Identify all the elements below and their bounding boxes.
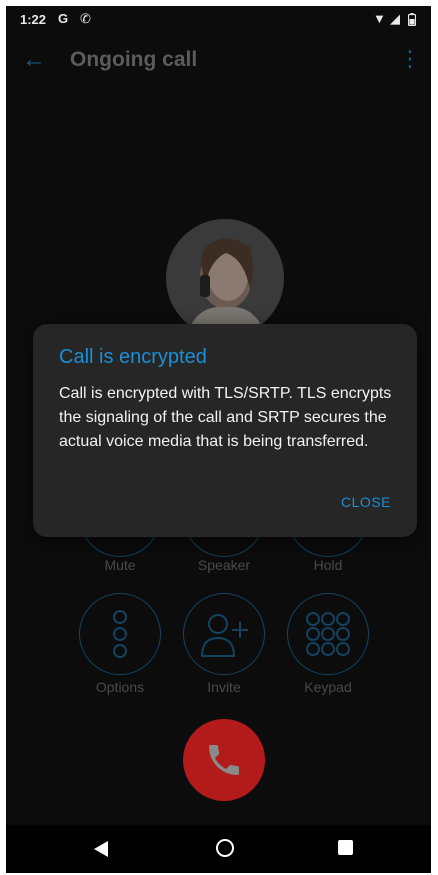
invite-button[interactable] (183, 593, 265, 675)
wifi-call-icon: ✆ (80, 11, 91, 26)
status-bar: 1:22 G ✆ ▼ ◢ (6, 6, 431, 34)
speaker-label: Speaker (197, 557, 251, 573)
system-nav-bar (6, 825, 431, 873)
keypad-label: Keypad (304, 679, 352, 695)
options-icon (113, 610, 127, 658)
app-bar: ← Ongoing call ⋮ (6, 34, 431, 90)
dialog-message: Call is encrypted with TLS/SRTP. TLS enc… (59, 385, 392, 450)
phone-screen: 1:22 G ✆ ▼ ◢ ← Ongoing call ⋮ Mute Speak… (6, 6, 431, 873)
encryption-dialog: Call is encrypted Call is encrypted with… (33, 324, 417, 537)
phone-icon (209, 745, 239, 775)
signal-icon: ◢ (390, 11, 400, 26)
dialog-title: Call is encrypted (59, 346, 207, 368)
battery-icon (407, 13, 417, 29)
more-options-icon[interactable]: ⋮ (399, 48, 421, 70)
nav-back-icon[interactable] (94, 841, 108, 857)
add-person-icon (200, 614, 248, 657)
caller-avatar (166, 219, 284, 337)
nav-home-icon[interactable] (216, 839, 234, 857)
nav-recents-icon[interactable] (338, 840, 353, 855)
keypad-button[interactable] (287, 593, 369, 675)
hold-label: Hold (313, 557, 343, 573)
invite-label: Invite (207, 679, 241, 695)
end-call-button[interactable] (183, 719, 265, 801)
status-time: 1:22 (20, 12, 47, 27)
wifi-icon: ▼ (373, 11, 386, 26)
back-arrow-icon[interactable]: ← (22, 48, 46, 72)
dialog-close-button[interactable]: CLOSE (341, 494, 391, 510)
mute-label: Mute (104, 557, 136, 573)
page-title: Ongoing call (70, 48, 198, 71)
keypad-icon (306, 612, 350, 656)
google-icon: G (58, 11, 69, 26)
options-button[interactable] (79, 593, 161, 675)
options-label: Options (95, 679, 145, 695)
